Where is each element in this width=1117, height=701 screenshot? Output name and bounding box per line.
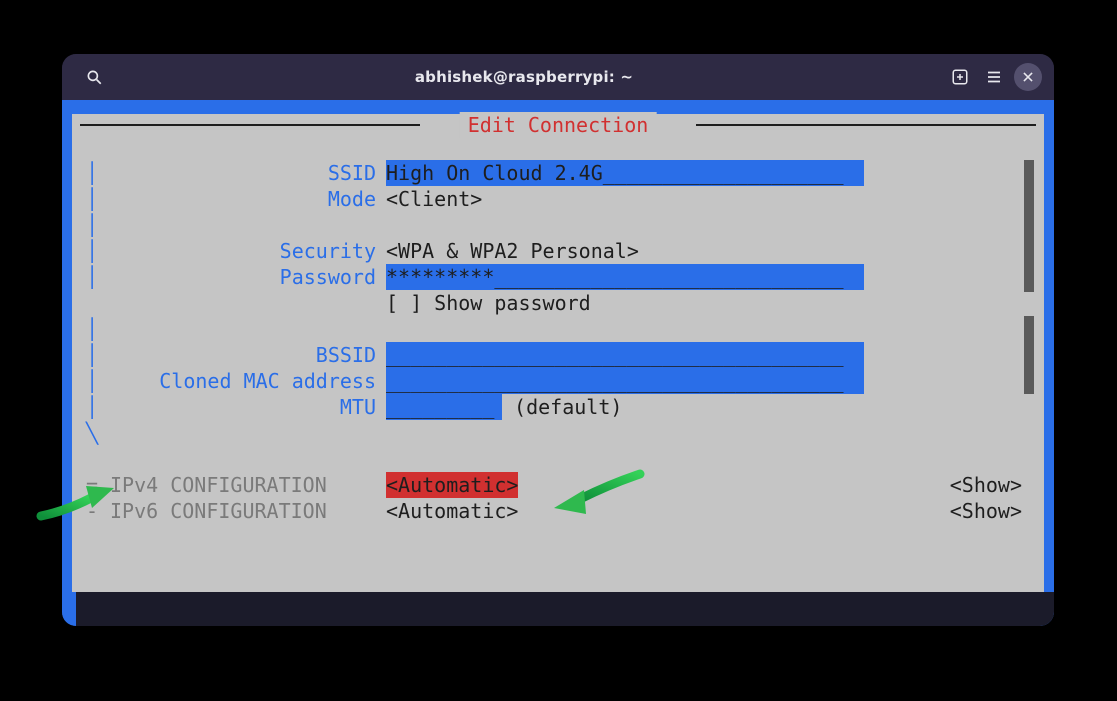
- ssid-label: SSID: [110, 160, 386, 186]
- show-password-checkbox[interactable]: [ ] Show password: [386, 290, 591, 316]
- cloned-mac-label: Cloned MAC address: [110, 368, 386, 394]
- mtu-input[interactable]: _________: [386, 394, 502, 420]
- titlebar: abhishek@raspberrypi: ~: [62, 54, 1054, 100]
- new-tab-button[interactable]: [946, 63, 974, 91]
- gutter-pipe: │: [86, 264, 110, 290]
- ssid-input[interactable]: High On Cloud 2.4G____________________: [386, 160, 864, 186]
- row-mtu: │ MTU _________ (default): [86, 394, 1030, 420]
- close-icon: [1021, 70, 1035, 84]
- bssid-input[interactable]: ______________________________________: [386, 342, 864, 368]
- search-icon: [85, 68, 103, 86]
- ipv6-show-toggle[interactable]: <Show>: [950, 498, 1022, 524]
- row-gap: [86, 446, 1030, 472]
- row-ipv4: = IPv4 CONFIGURATION <Automatic>: [86, 472, 1030, 498]
- row-mode: │ Mode <Client>: [86, 186, 1030, 212]
- mode-value[interactable]: <Client>: [386, 186, 482, 212]
- cloned-mac-input[interactable]: ______________________________________: [386, 368, 864, 394]
- password-label: Password: [110, 264, 386, 290]
- gutter-pipe: │: [86, 368, 110, 394]
- bssid-label: BSSID: [110, 342, 386, 368]
- mode-label: Mode: [110, 186, 386, 212]
- close-button[interactable]: [1014, 63, 1042, 91]
- terminal-bottom: [62, 592, 1054, 626]
- ipv6-config-value[interactable]: <Automatic>: [386, 498, 518, 524]
- gutter-pipe: │: [86, 238, 110, 264]
- window-title: abhishek@raspberrypi: ~: [108, 68, 940, 86]
- gutter-pipe: │: [86, 316, 110, 342]
- ipv6-section-label[interactable]: IPv6 CONFIGURATION: [110, 498, 386, 524]
- gutter-pipe: │: [86, 160, 110, 186]
- row-ssid: │ SSID High On Cloud 2.4G_______________…: [86, 160, 1030, 186]
- row-bssid: │ BSSID ________________________________…: [86, 342, 1030, 368]
- search-button[interactable]: [80, 63, 108, 91]
- gutter-pipe: │: [86, 342, 110, 368]
- form-rows: │ SSID High On Cloud 2.4G_______________…: [86, 160, 1030, 524]
- hamburger-icon: [985, 68, 1003, 86]
- ipv4-show-toggle[interactable]: <Show>: [950, 472, 1022, 498]
- ipv6-prefix: -: [86, 498, 110, 524]
- panel-border-top-right: [696, 124, 1036, 126]
- terminal-bottom-blue: [62, 592, 76, 626]
- row-security: │ Security <WPA & WPA2 Personal>: [86, 238, 1030, 264]
- panel-border-top-left: [80, 124, 420, 126]
- gutter-pipe: [86, 290, 110, 316]
- row-password: │ Password *********____________________…: [86, 264, 1030, 290]
- terminal-window: abhishek@raspberrypi: ~: [62, 54, 1054, 626]
- row-show-password: [ ] Show password: [86, 290, 1030, 316]
- row-blank: │: [86, 316, 1030, 342]
- row-angle: ╲: [86, 420, 1030, 446]
- menu-button[interactable]: [980, 63, 1008, 91]
- row-blank: │: [86, 212, 1030, 238]
- spacer: [110, 290, 386, 316]
- gutter-pipe: │: [86, 212, 110, 238]
- ipv4-section-label[interactable]: IPv4 CONFIGURATION: [110, 472, 386, 498]
- new-tab-icon: [951, 68, 969, 86]
- panel-title: Edit Connection: [460, 112, 657, 138]
- mtu-default-text: (default): [502, 394, 622, 420]
- mtu-label: MTU: [110, 394, 386, 420]
- gutter-pipe: │: [86, 394, 110, 420]
- edit-connection-panel: Edit Connection │ SSID High On Cloud 2.4…: [72, 114, 1044, 616]
- security-value[interactable]: <WPA & WPA2 Personal>: [386, 238, 639, 264]
- row-cloned-mac: │ Cloned MAC address ___________________…: [86, 368, 1030, 394]
- gutter-pipe: │: [86, 186, 110, 212]
- password-input[interactable]: *********_____________________________: [386, 264, 864, 290]
- ipv4-config-value[interactable]: <Automatic>: [386, 472, 518, 498]
- terminal-body: Edit Connection │ SSID High On Cloud 2.4…: [62, 100, 1054, 626]
- security-label: Security: [110, 238, 386, 264]
- gutter-angle: ╲: [86, 420, 110, 446]
- ipv4-prefix: =: [86, 472, 110, 498]
- row-ipv6: - IPv6 CONFIGURATION <Automatic>: [86, 498, 1030, 524]
